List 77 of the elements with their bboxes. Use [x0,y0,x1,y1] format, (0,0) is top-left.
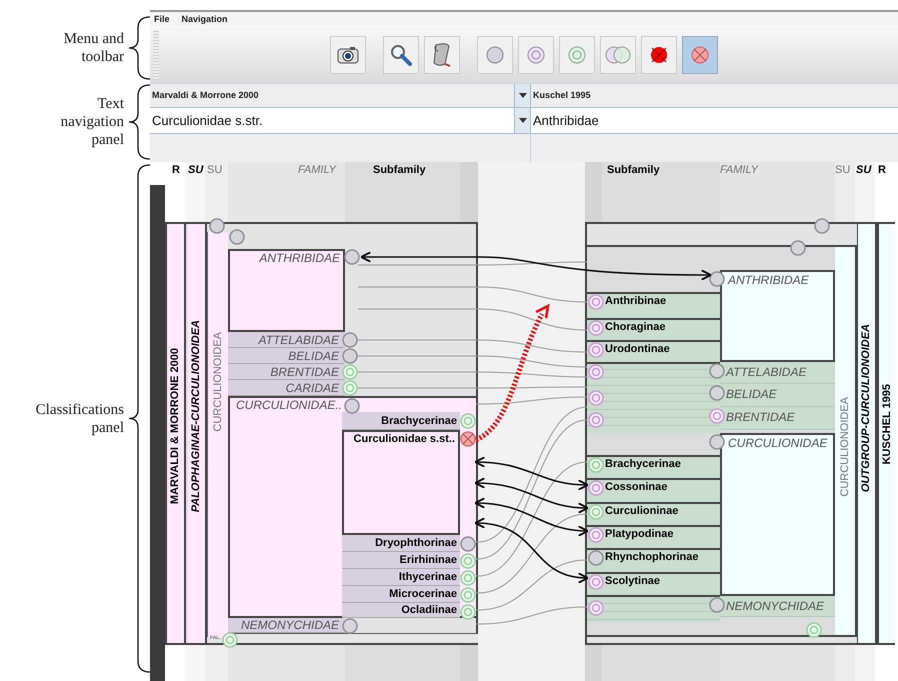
column-header: SU [188,164,204,177]
toolbar-button[interactable] [424,36,460,74]
column-header: FAMILY [720,164,758,177]
family-row[interactable]: NEMONYCHIDAE [720,596,835,617]
column-header: SU [835,164,850,177]
ring-icon[interactable] [460,604,476,620]
curly-brace [128,16,150,80]
ring-icon [526,44,546,64]
annotation-text: navigation [60,113,124,131]
circle-icon[interactable] [709,434,725,450]
crossed-circle-icon [690,44,710,64]
crossed-circle-icon [649,44,669,64]
toolbar-grip[interactable] [153,30,159,80]
family-row[interactable]: CARIDAE [228,380,345,396]
subfamily-box[interactable]: Curculionidae s.st.. [342,430,460,535]
annotation-text: panel [92,418,124,436]
family-row[interactable]: NEMONYCHIDAE [228,618,345,633]
taxon-combobox[interactable]: Anthribidae [531,108,898,133]
subfamily-row[interactable]: Dryophthorinae [342,535,460,552]
dropdown-button[interactable] [515,84,531,107]
menu-item[interactable]: Navigation [182,14,228,24]
family-label[interactable]: CURCULIONIDAE.. [230,398,342,412]
family-row[interactable]: BRENTIDAE [228,364,345,380]
ring-icon[interactable] [222,632,238,648]
annotation-text: Classifications [36,400,124,418]
scroll-icon [431,42,453,68]
caret-icon [518,118,526,123]
classification-title: KUSCHEL 1995 [882,384,892,464]
annotation-text: Menu and [64,30,124,48]
subfamily-row[interactable]: Scolytinae [585,572,722,597]
column-header: SU [207,164,222,177]
family-box[interactable]: ANTHRIBIDAE [228,249,345,332]
annotation-text: panel [92,131,124,149]
family-box[interactable]: ANTHRIBIDAE [720,270,835,362]
column-header: FAMILY [298,164,336,177]
annotation-text: Text [98,95,124,113]
ring-icon [567,44,587,64]
circle-icon[interactable] [342,618,358,634]
circle-icon[interactable] [709,363,725,379]
circle-icon [485,44,505,64]
superfamily-label: CURCULIONOIDEA [212,332,224,432]
ring-icon[interactable] [806,622,822,638]
subfamily-row[interactable]: Erirhininae [342,552,460,569]
superorder-label: PALOPHAGINAE-CURCULIONOIDEA [191,320,202,512]
column-header: R [172,164,180,177]
family-row[interactable]: BELIDAE [720,384,835,407]
subfamily-row[interactable]: Microcerinae [342,586,460,603]
subfamily-row[interactable]: Brachycerinae [342,412,460,430]
crossed-circle-icon[interactable] [460,431,476,447]
circle-icon[interactable] [344,249,360,265]
subfamily-row[interactable]: Ocladiinae [342,603,460,618]
classification-title: MARVALDI & MORRONE 2000 [170,348,181,504]
family-row[interactable]: ATTELABIDAE [228,332,345,348]
family-row[interactable]: BELIDAE [228,348,345,364]
overlapping-circles-icon [604,44,632,64]
dropdown-button[interactable] [515,108,531,133]
circle-icon[interactable] [709,271,725,287]
column-header: Subfamily [373,164,426,177]
family-box[interactable]: CURCULIONIDAE [720,433,835,596]
column-header: SU [856,164,872,177]
search-icon [390,44,412,66]
superfamily-label: CURCULIONOIDEA [840,397,850,497]
toolbar-button[interactable] [383,36,419,74]
family-row[interactable]: BRENTIDAE [720,407,835,430]
toolbar-button[interactable] [330,36,366,74]
toolbar-button[interactable] [641,36,677,74]
caret-icon [518,93,526,98]
subfamily-row[interactable]: Urodontinae [585,340,722,364]
superorder-label: OUTGROUP-CURCULIONOIDEA [861,324,872,492]
column-header: Subfamily [607,164,660,177]
annotation-text: toolbar [82,48,124,66]
camera-icon [337,46,359,64]
subfamily-row[interactable]: Ithycerinae [342,569,460,586]
family-row[interactable]: ATTELABIDAE [720,362,835,384]
column-header: R [878,164,886,177]
menu-item[interactable]: File [154,14,170,24]
classification-combobox[interactable]: Kuschel 1995 [531,84,898,107]
